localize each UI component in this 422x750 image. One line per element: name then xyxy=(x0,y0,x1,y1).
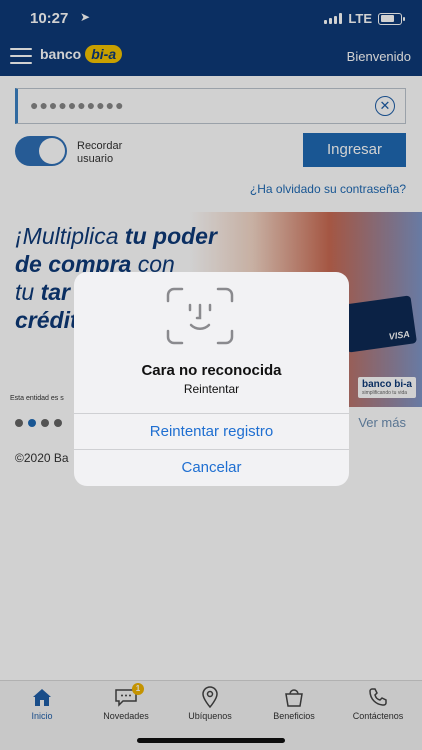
retry-registration-button[interactable]: Reintentar registro xyxy=(74,413,349,449)
dialog-title: Cara no reconocida xyxy=(141,362,282,379)
dialog-subtitle: Reintentar xyxy=(183,382,240,396)
face-id-dialog: Cara no reconocida Reintentar Reintentar… xyxy=(74,272,349,486)
cancel-button[interactable]: Cancelar xyxy=(74,449,349,485)
face-id-icon xyxy=(166,287,234,345)
